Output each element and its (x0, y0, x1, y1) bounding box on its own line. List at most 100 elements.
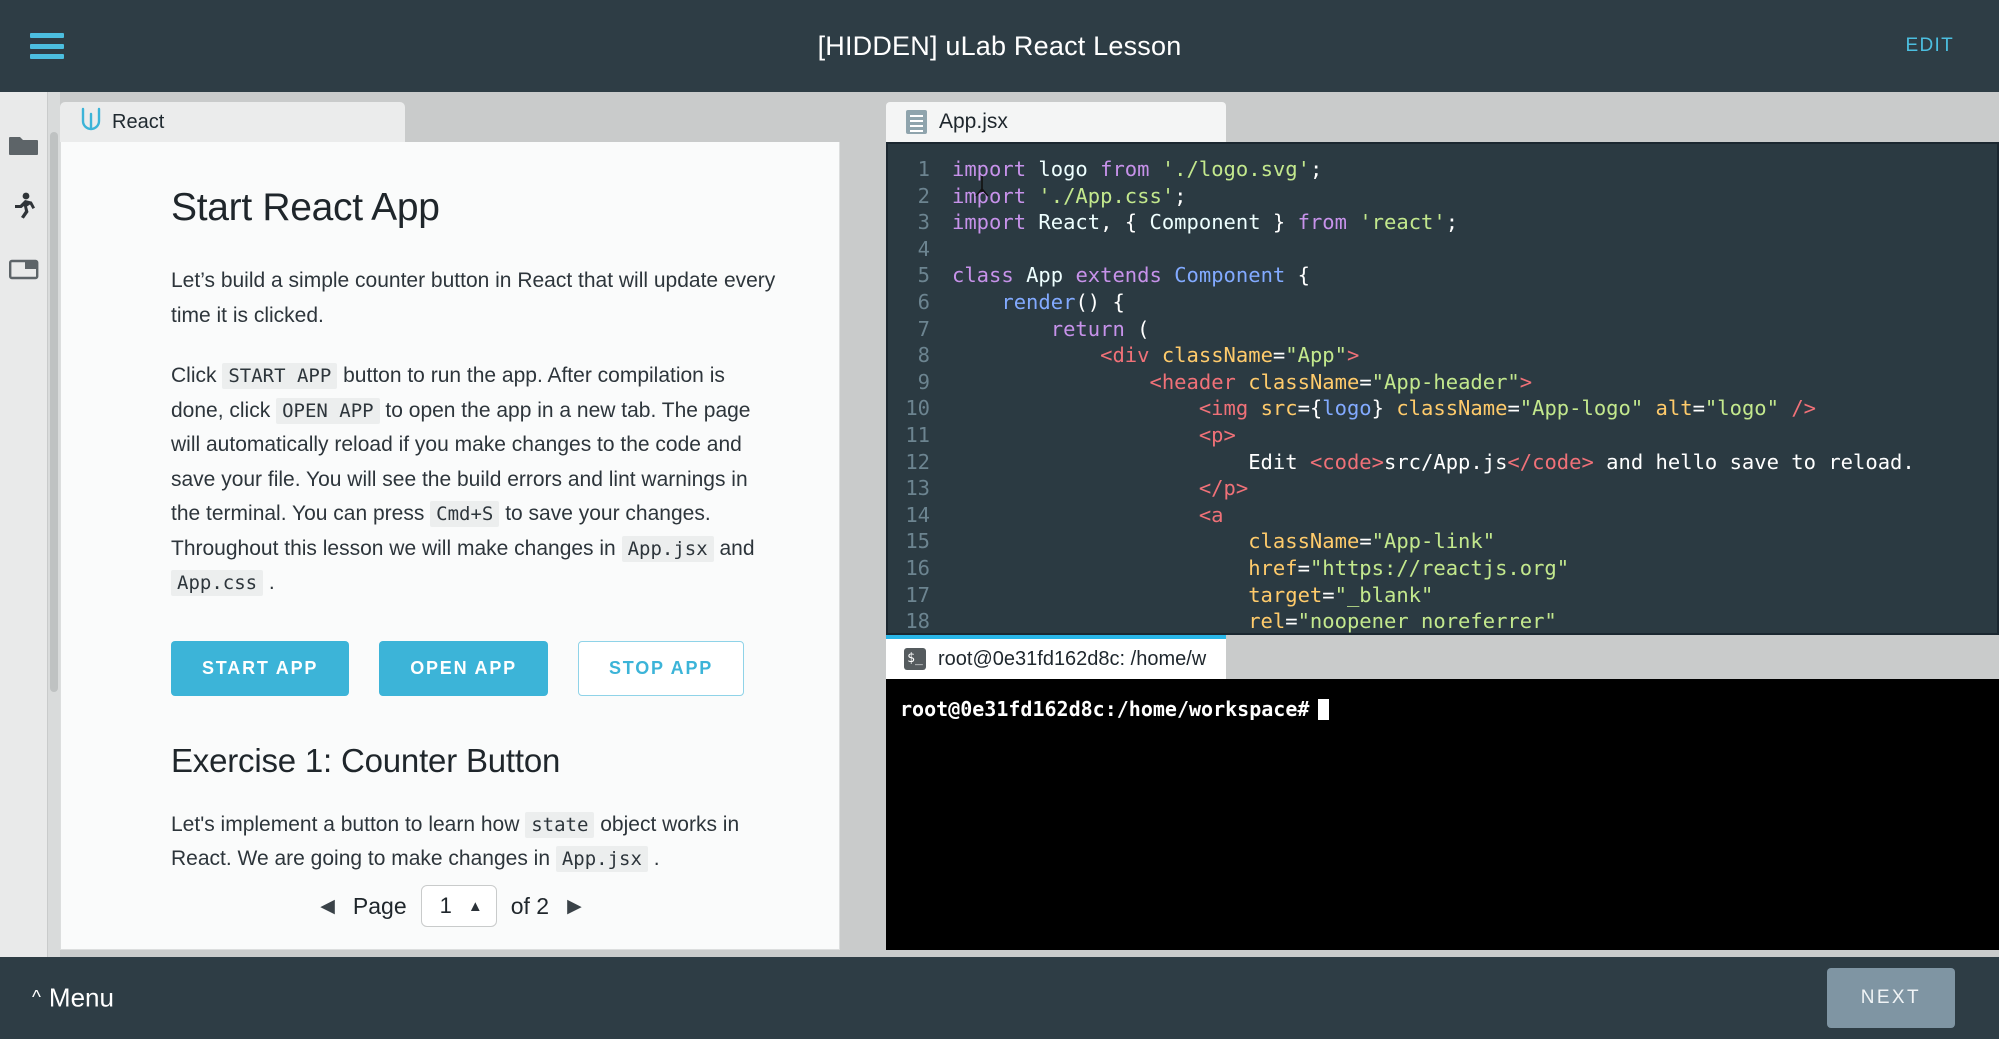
line-text: import React, { Component } from 'react'… (952, 210, 1459, 235)
terminal-tabstrip: $_ root@0e31fd162d8c: /home/w (886, 635, 1999, 679)
tab-label: React (112, 110, 165, 133)
lesson-paragraph-2: Click START APP button to run the app. A… (171, 359, 779, 601)
lesson-body: Start React App Let’s build a simple cou… (60, 142, 840, 950)
lesson-content: Start React App Let’s build a simple cou… (61, 142, 839, 877)
next-page-icon[interactable]: ▶ (563, 895, 586, 918)
page-total-label: of 2 (510, 892, 550, 919)
start-app-button[interactable]: START APP (171, 640, 350, 696)
editor-tabstrip: App.jsx (886, 100, 1999, 142)
line-number: 8 (917, 343, 930, 368)
line-number: 11 (905, 422, 930, 447)
line-text: <div className="App"> (1100, 343, 1360, 368)
terminal-cursor (1318, 698, 1330, 720)
exercise-heading: Exercise 1: Counter Button (171, 741, 561, 779)
line-number: 4 (917, 236, 930, 261)
editor-panel: App.jsx 1 import logo from './logo.svg'; 2… (886, 100, 1999, 950)
line-number: 2 (917, 183, 930, 208)
menu-label: Menu (48, 982, 114, 1013)
page-label: Page (352, 892, 407, 919)
top-bar: [HIDDEN] uLab React Lesson EDIT (0, 0, 1999, 92)
text-seg: and (713, 536, 755, 560)
page-title: [HIDDEN] uLab React Lesson (817, 30, 1182, 61)
code-line: 6 render() { (888, 289, 1997, 316)
app-control-buttons: START APP OPEN APP STOP APP (171, 640, 779, 696)
line-text: return ( (1050, 316, 1150, 341)
page-number-value: 1 (439, 893, 452, 918)
tab-app-jsx[interactable]: App.jsx (886, 102, 1226, 142)
inline-code-cmd-s: Cmd+S (430, 501, 500, 527)
tab-react[interactable]: React (60, 102, 405, 142)
main-region: React Start React App Let’s build a simp… (48, 92, 1999, 957)
line-number: 6 (917, 289, 930, 314)
text-seg: . (647, 847, 660, 870)
running-person-icon[interactable] (0, 176, 48, 238)
line-text: </p> (1198, 476, 1249, 501)
line-number: 9 (917, 369, 930, 394)
page-number-stepper[interactable]: 1 ▲ (420, 885, 497, 927)
lesson-scrollbar-track[interactable] (48, 92, 60, 957)
code-line: 15 className="App-link" (888, 528, 1997, 555)
code-line: 10 <img src={logo} className="App-logo" … (888, 395, 1997, 422)
line-number: 13 (905, 476, 930, 501)
line-text: <p> (1198, 422, 1236, 447)
code-line: 18 rel="noopener noreferrer" (888, 608, 1997, 634)
edit-button[interactable]: EDIT (1906, 35, 1954, 57)
next-button[interactable]: NEXT (1826, 968, 1955, 1028)
line-text: <a (1198, 502, 1224, 527)
terminal-tab-label: root@0e31fd162d8c: /home/w (938, 647, 1207, 670)
line-number: 17 (905, 582, 930, 607)
text-seg: Let's implement a button to learn how (171, 812, 526, 836)
code-line: 9 <header className="App-header"> (888, 369, 1997, 396)
line-text: <header className="App-header"> (1149, 369, 1533, 394)
lesson-scrollbar-thumb[interactable] (50, 132, 58, 692)
line-number: 3 (917, 210, 930, 235)
inline-code-app-css: App.css (171, 570, 264, 596)
line-text: Edit <code>src/App.js</code> and hello s… (1248, 449, 1915, 474)
lesson-heading: Start React App (171, 186, 440, 229)
line-number: 10 (905, 396, 930, 421)
workspace-folder-outline-icon[interactable] (0, 238, 48, 300)
line-text: <img src={logo} className="App-logo" alt… (1198, 396, 1817, 421)
line-number: 18 (905, 609, 930, 634)
activity-bar (0, 92, 48, 957)
line-text: href="https://reactjs.org" (1248, 555, 1570, 580)
line-number: 16 (905, 555, 930, 580)
text-seg: Click (171, 364, 223, 387)
udacity-logo-icon (80, 107, 102, 137)
inline-code-app-jsx: App.jsx (621, 535, 714, 562)
menu-button[interactable]: ^ Menu (32, 983, 114, 1014)
prev-page-icon[interactable]: ◀ (316, 895, 339, 918)
files-folder-icon[interactable] (0, 114, 48, 176)
tab-terminal[interactable]: $_ root@0e31fd162d8c: /home/w (886, 635, 1226, 679)
code-line: 1 import logo from './logo.svg'; (888, 156, 1997, 183)
line-text: class App extends Component { (952, 263, 1310, 288)
line-number: 1 (917, 157, 930, 181)
code-lines: 1 import logo from './logo.svg'; 2 import '… (888, 144, 1997, 634)
lesson-tabstrip: React (60, 100, 840, 142)
editor-tab-label: App.jsx (939, 110, 1008, 133)
code-line: 8 <div className="App"> (888, 342, 1997, 369)
line-text: import logo from './logo.svg'; (952, 157, 1323, 181)
terminal-body[interactable]: root@0e31fd162d8c:/home/workspace# (886, 679, 1999, 950)
triangle-up-icon[interactable]: ▲ (468, 898, 483, 915)
line-number: 14 (905, 502, 930, 527)
code-line: 11 <p> (888, 422, 1997, 449)
chevron-up-icon: ^ (32, 987, 41, 1008)
code-line: 16 href="https://reactjs.org" (888, 555, 1997, 582)
line-text: import './App.css'; (952, 183, 1187, 208)
lesson-panel: React Start React App Let’s build a simp… (60, 100, 840, 950)
line-text: rel="noopener noreferrer" (1248, 609, 1557, 634)
open-app-button[interactable]: OPEN APP (379, 640, 548, 696)
code-line: 4 (888, 236, 1997, 263)
bottom-bar: ^ Menu NEXT (0, 957, 1999, 1039)
terminal-icon: $_ (904, 648, 926, 670)
stop-app-button[interactable]: STOP APP (577, 640, 745, 696)
code-line: 5 class App extends Component { (888, 262, 1997, 289)
code-editor[interactable]: 1 import logo from './logo.svg'; 2 import '… (886, 142, 1999, 635)
text-seg: . (263, 571, 275, 594)
inline-code-start-app: START APP (222, 363, 338, 389)
inline-code-app-jsx-2: App.jsx (555, 846, 648, 872)
terminal-prompt-line: root@0e31fd162d8c:/home/workspace# (886, 679, 1999, 721)
code-line: 7 return ( (888, 316, 1997, 343)
line-text: className="App-link" (1248, 529, 1496, 554)
